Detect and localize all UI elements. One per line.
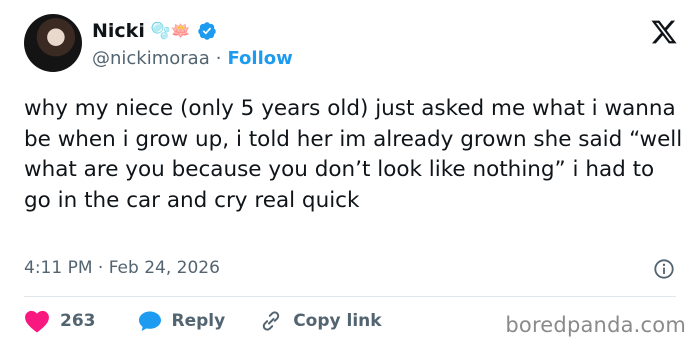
- author-name[interactable]: Nicki: [92, 20, 145, 42]
- verified-badge-icon: [197, 22, 216, 40]
- x-logo-icon[interactable]: [650, 18, 678, 46]
- follow-button[interactable]: Follow: [227, 48, 292, 69]
- author-handle[interactable]: @nickimoraa: [92, 48, 210, 69]
- watermark: boredpanda.com: [505, 313, 686, 337]
- tweet-text: why my niece (only 5 years old) just ask…: [24, 96, 683, 213]
- info-icon[interactable]: [653, 258, 675, 280]
- copy-link-label: Copy link: [293, 311, 382, 331]
- reply-label: Reply: [171, 311, 226, 331]
- heart-icon: [25, 310, 49, 333]
- tweet-timestamp[interactable]: 4:11 PM · Feb 24, 2026: [24, 258, 220, 278]
- divider: [24, 296, 676, 297]
- reply-button[interactable]: Reply: [138, 310, 260, 332]
- separator-dot: ·: [215, 48, 222, 69]
- link-icon: [262, 311, 280, 331]
- author-handle-row: @nickimoraa · Follow: [92, 48, 293, 69]
- avatar[interactable]: [24, 14, 82, 72]
- name-emojis: 🫧🪷: [150, 21, 191, 40]
- copy-link-button[interactable]: Copy link: [259, 309, 382, 333]
- reply-bubble-icon: [138, 311, 161, 331]
- like-count: 263: [60, 311, 96, 331]
- tweet-actions: 263 Reply Copy link: [24, 309, 382, 333]
- like-button[interactable]: 263: [24, 309, 138, 333]
- author-name-row: Nicki 🫧🪷: [92, 20, 217, 42]
